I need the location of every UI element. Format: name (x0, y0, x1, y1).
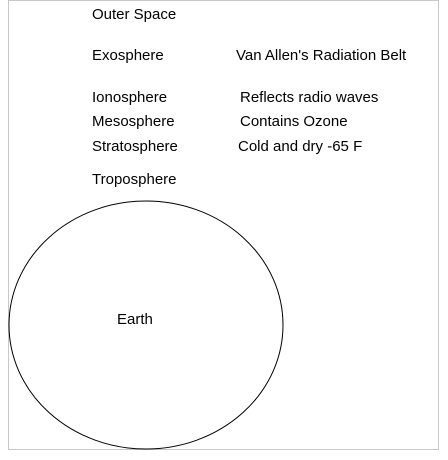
earth-diagram (8, 200, 284, 450)
earth-label: Earth (117, 311, 153, 328)
